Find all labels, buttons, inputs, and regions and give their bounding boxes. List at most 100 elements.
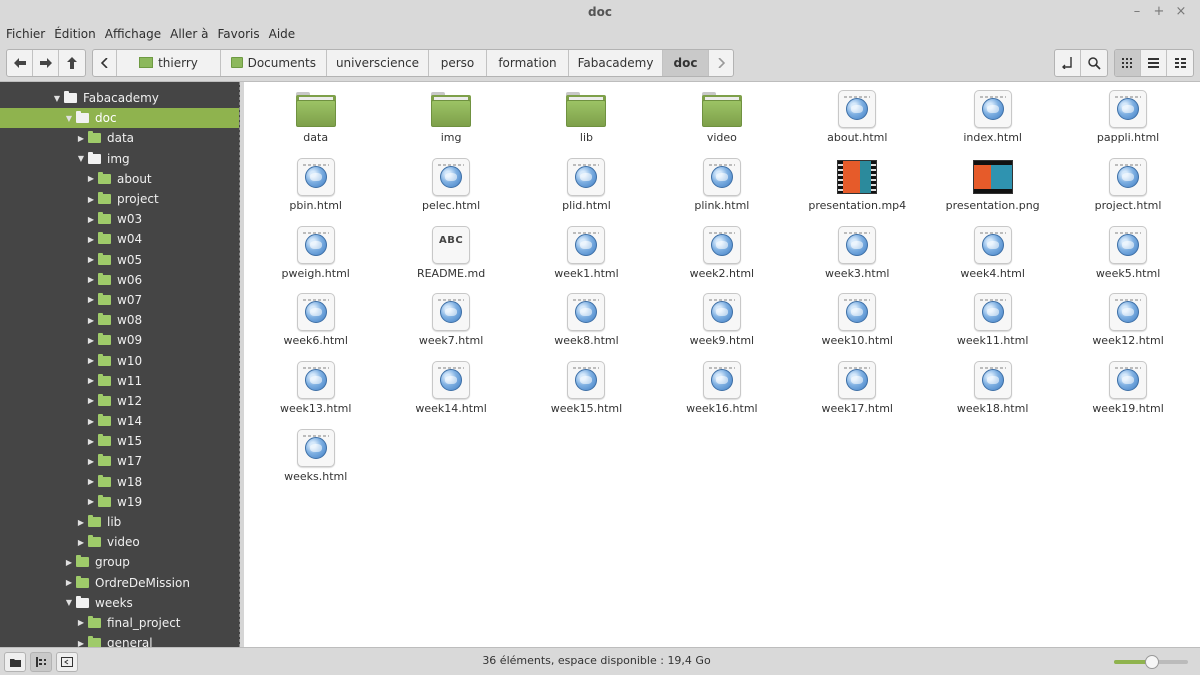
file-item[interactable]: img: [383, 90, 518, 158]
tree-item-lib[interactable]: ▶ lib: [0, 512, 239, 532]
location-toggle-button[interactable]: [93, 49, 117, 76]
tree-item-w17[interactable]: ▶ w17: [0, 451, 239, 471]
tree-item-img[interactable]: ▼ img: [0, 149, 239, 169]
file-item[interactable]: week10.html: [790, 293, 925, 361]
file-item[interactable]: week8.html: [519, 293, 654, 361]
file-item[interactable]: pappli.html: [1060, 90, 1195, 158]
collapsed-arrow-icon[interactable]: ▶: [86, 275, 96, 284]
close-button[interactable]: ×: [1170, 0, 1192, 24]
tree-item-w04[interactable]: ▶ w04: [0, 229, 239, 249]
collapsed-arrow-icon[interactable]: ▶: [86, 457, 96, 466]
compact-view-button[interactable]: [1167, 50, 1193, 76]
collapsed-arrow-icon[interactable]: ▶: [86, 396, 96, 405]
menu-fichier[interactable]: Fichier: [6, 27, 45, 41]
file-item[interactable]: week5.html: [1060, 225, 1195, 294]
expanded-arrow-icon[interactable]: ▼: [52, 94, 62, 103]
tree-item-w14[interactable]: ▶ w14: [0, 411, 239, 431]
tree-item-w15[interactable]: ▶ w15: [0, 431, 239, 451]
tree-item-w05[interactable]: ▶ w05: [0, 250, 239, 270]
tree-item-final-project[interactable]: ▶ final_project: [0, 613, 239, 633]
expanded-arrow-icon[interactable]: ▼: [64, 114, 74, 123]
tree-item-weeks[interactable]: ▼ weeks: [0, 593, 239, 613]
file-item[interactable]: week1.html: [519, 225, 654, 294]
collapsed-arrow-icon[interactable]: ▶: [76, 518, 86, 527]
file-item[interactable]: week6.html: [248, 293, 383, 361]
sidebar-tree[interactable]: ▼ Fabacademy ▼ doc ▶ data ▼ img ▶ about ▶ project ▶ w…: [0, 82, 240, 647]
icon-view-button[interactable]: [1115, 50, 1141, 76]
file-item[interactable]: week19.html: [1060, 361, 1195, 429]
collapsed-arrow-icon[interactable]: ▶: [86, 477, 96, 486]
zoom-slider[interactable]: [1114, 655, 1188, 669]
minimize-button[interactable]: –: [1126, 0, 1148, 24]
file-item[interactable]: week15.html: [519, 361, 654, 429]
file-item[interactable]: weeks.html: [248, 428, 383, 497]
file-item[interactable]: week2.html: [654, 225, 789, 294]
tree-item-w18[interactable]: ▶ w18: [0, 472, 239, 492]
collapsed-arrow-icon[interactable]: ▶: [86, 316, 96, 325]
file-item[interactable]: presentation.png: [925, 158, 1060, 226]
file-item[interactable]: week3.html: [790, 225, 925, 294]
tree-item-w10[interactable]: ▶ w10: [0, 350, 239, 370]
collapsed-arrow-icon[interactable]: ▶: [76, 639, 86, 647]
search-button[interactable]: [1081, 50, 1107, 76]
menu-affichage[interactable]: Affichage: [105, 27, 161, 41]
breadcrumb-perso[interactable]: perso: [429, 49, 487, 76]
menu-aller-a[interactable]: Aller à: [170, 27, 208, 41]
expanded-arrow-icon[interactable]: ▼: [64, 598, 74, 607]
tree-item-ordredemission[interactable]: ▶ OrdreDeMission: [0, 573, 239, 593]
collapsed-arrow-icon[interactable]: ▶: [76, 618, 86, 627]
tree-item-general[interactable]: ▶ general: [0, 633, 239, 647]
collapsed-arrow-icon[interactable]: ▶: [86, 356, 96, 365]
collapsed-arrow-icon[interactable]: ▶: [86, 215, 96, 224]
file-item[interactable]: video: [654, 90, 789, 158]
back-button[interactable]: [7, 49, 33, 76]
tree-item-data[interactable]: ▶ data: [0, 128, 239, 148]
file-item[interactable]: data: [248, 90, 383, 158]
file-item[interactable]: week4.html: [925, 225, 1060, 294]
file-item[interactable]: index.html: [925, 90, 1060, 158]
tree-item-w09[interactable]: ▶ w09: [0, 330, 239, 350]
tree-item-about[interactable]: ▶ about: [0, 169, 239, 189]
collapsed-arrow-icon[interactable]: ▶: [76, 538, 86, 547]
up-button[interactable]: [59, 50, 85, 76]
file-item[interactable]: pbin.html: [248, 157, 383, 226]
breadcrumb-fabacademy[interactable]: Fabacademy: [569, 49, 663, 76]
tree-item-w07[interactable]: ▶ w07: [0, 290, 239, 310]
file-item[interactable]: about.html: [790, 90, 925, 158]
collapsed-arrow-icon[interactable]: ▶: [86, 376, 96, 385]
menu-favoris[interactable]: Favoris: [218, 27, 260, 41]
tree-item-w03[interactable]: ▶ w03: [0, 209, 239, 229]
breadcrumb-universcience[interactable]: universcience: [327, 49, 429, 76]
forward-button[interactable]: [33, 49, 59, 76]
file-item[interactable]: week18.html: [925, 361, 1060, 429]
file-item[interactable]: week12.html: [1060, 293, 1195, 361]
file-item[interactable]: week14.html: [383, 361, 518, 429]
collapsed-arrow-icon[interactable]: ▶: [86, 195, 96, 204]
breadcrumb-formation[interactable]: formation: [487, 49, 569, 76]
tree-item-w11[interactable]: ▶ w11: [0, 371, 239, 391]
collapsed-arrow-icon[interactable]: ▶: [64, 578, 74, 587]
breadcrumb-thierry[interactable]: thierry: [117, 49, 221, 76]
file-item[interactable]: ABC README.md: [383, 225, 518, 294]
collapsed-arrow-icon[interactable]: ▶: [86, 255, 96, 264]
collapsed-arrow-icon[interactable]: ▶: [86, 437, 96, 446]
file-item[interactable]: week9.html: [654, 293, 789, 361]
file-item[interactable]: lib: [519, 90, 654, 158]
collapsed-arrow-icon[interactable]: ▶: [64, 558, 74, 567]
file-item[interactable]: pelec.html: [383, 157, 518, 226]
file-item[interactable]: week13.html: [248, 361, 383, 429]
file-item[interactable]: week7.html: [383, 293, 518, 361]
collapsed-arrow-icon[interactable]: ▶: [86, 174, 96, 183]
collapsed-arrow-icon[interactable]: ▶: [76, 134, 86, 143]
terminal-button[interactable]: [1055, 50, 1081, 76]
file-item[interactable]: plid.html: [519, 157, 654, 226]
tree-item-project[interactable]: ▶ project: [0, 189, 239, 209]
collapsed-arrow-icon[interactable]: ▶: [86, 295, 96, 304]
list-view-button[interactable]: [1141, 50, 1167, 76]
file-item[interactable]: week11.html: [925, 293, 1060, 361]
file-item[interactable]: plink.html: [654, 157, 789, 226]
breadcrumb-next-button[interactable]: [709, 50, 733, 76]
menu-aide[interactable]: Aide: [269, 27, 296, 41]
file-item[interactable]: presentation.mp4: [790, 158, 925, 226]
breadcrumb-doc[interactable]: doc: [663, 49, 709, 76]
